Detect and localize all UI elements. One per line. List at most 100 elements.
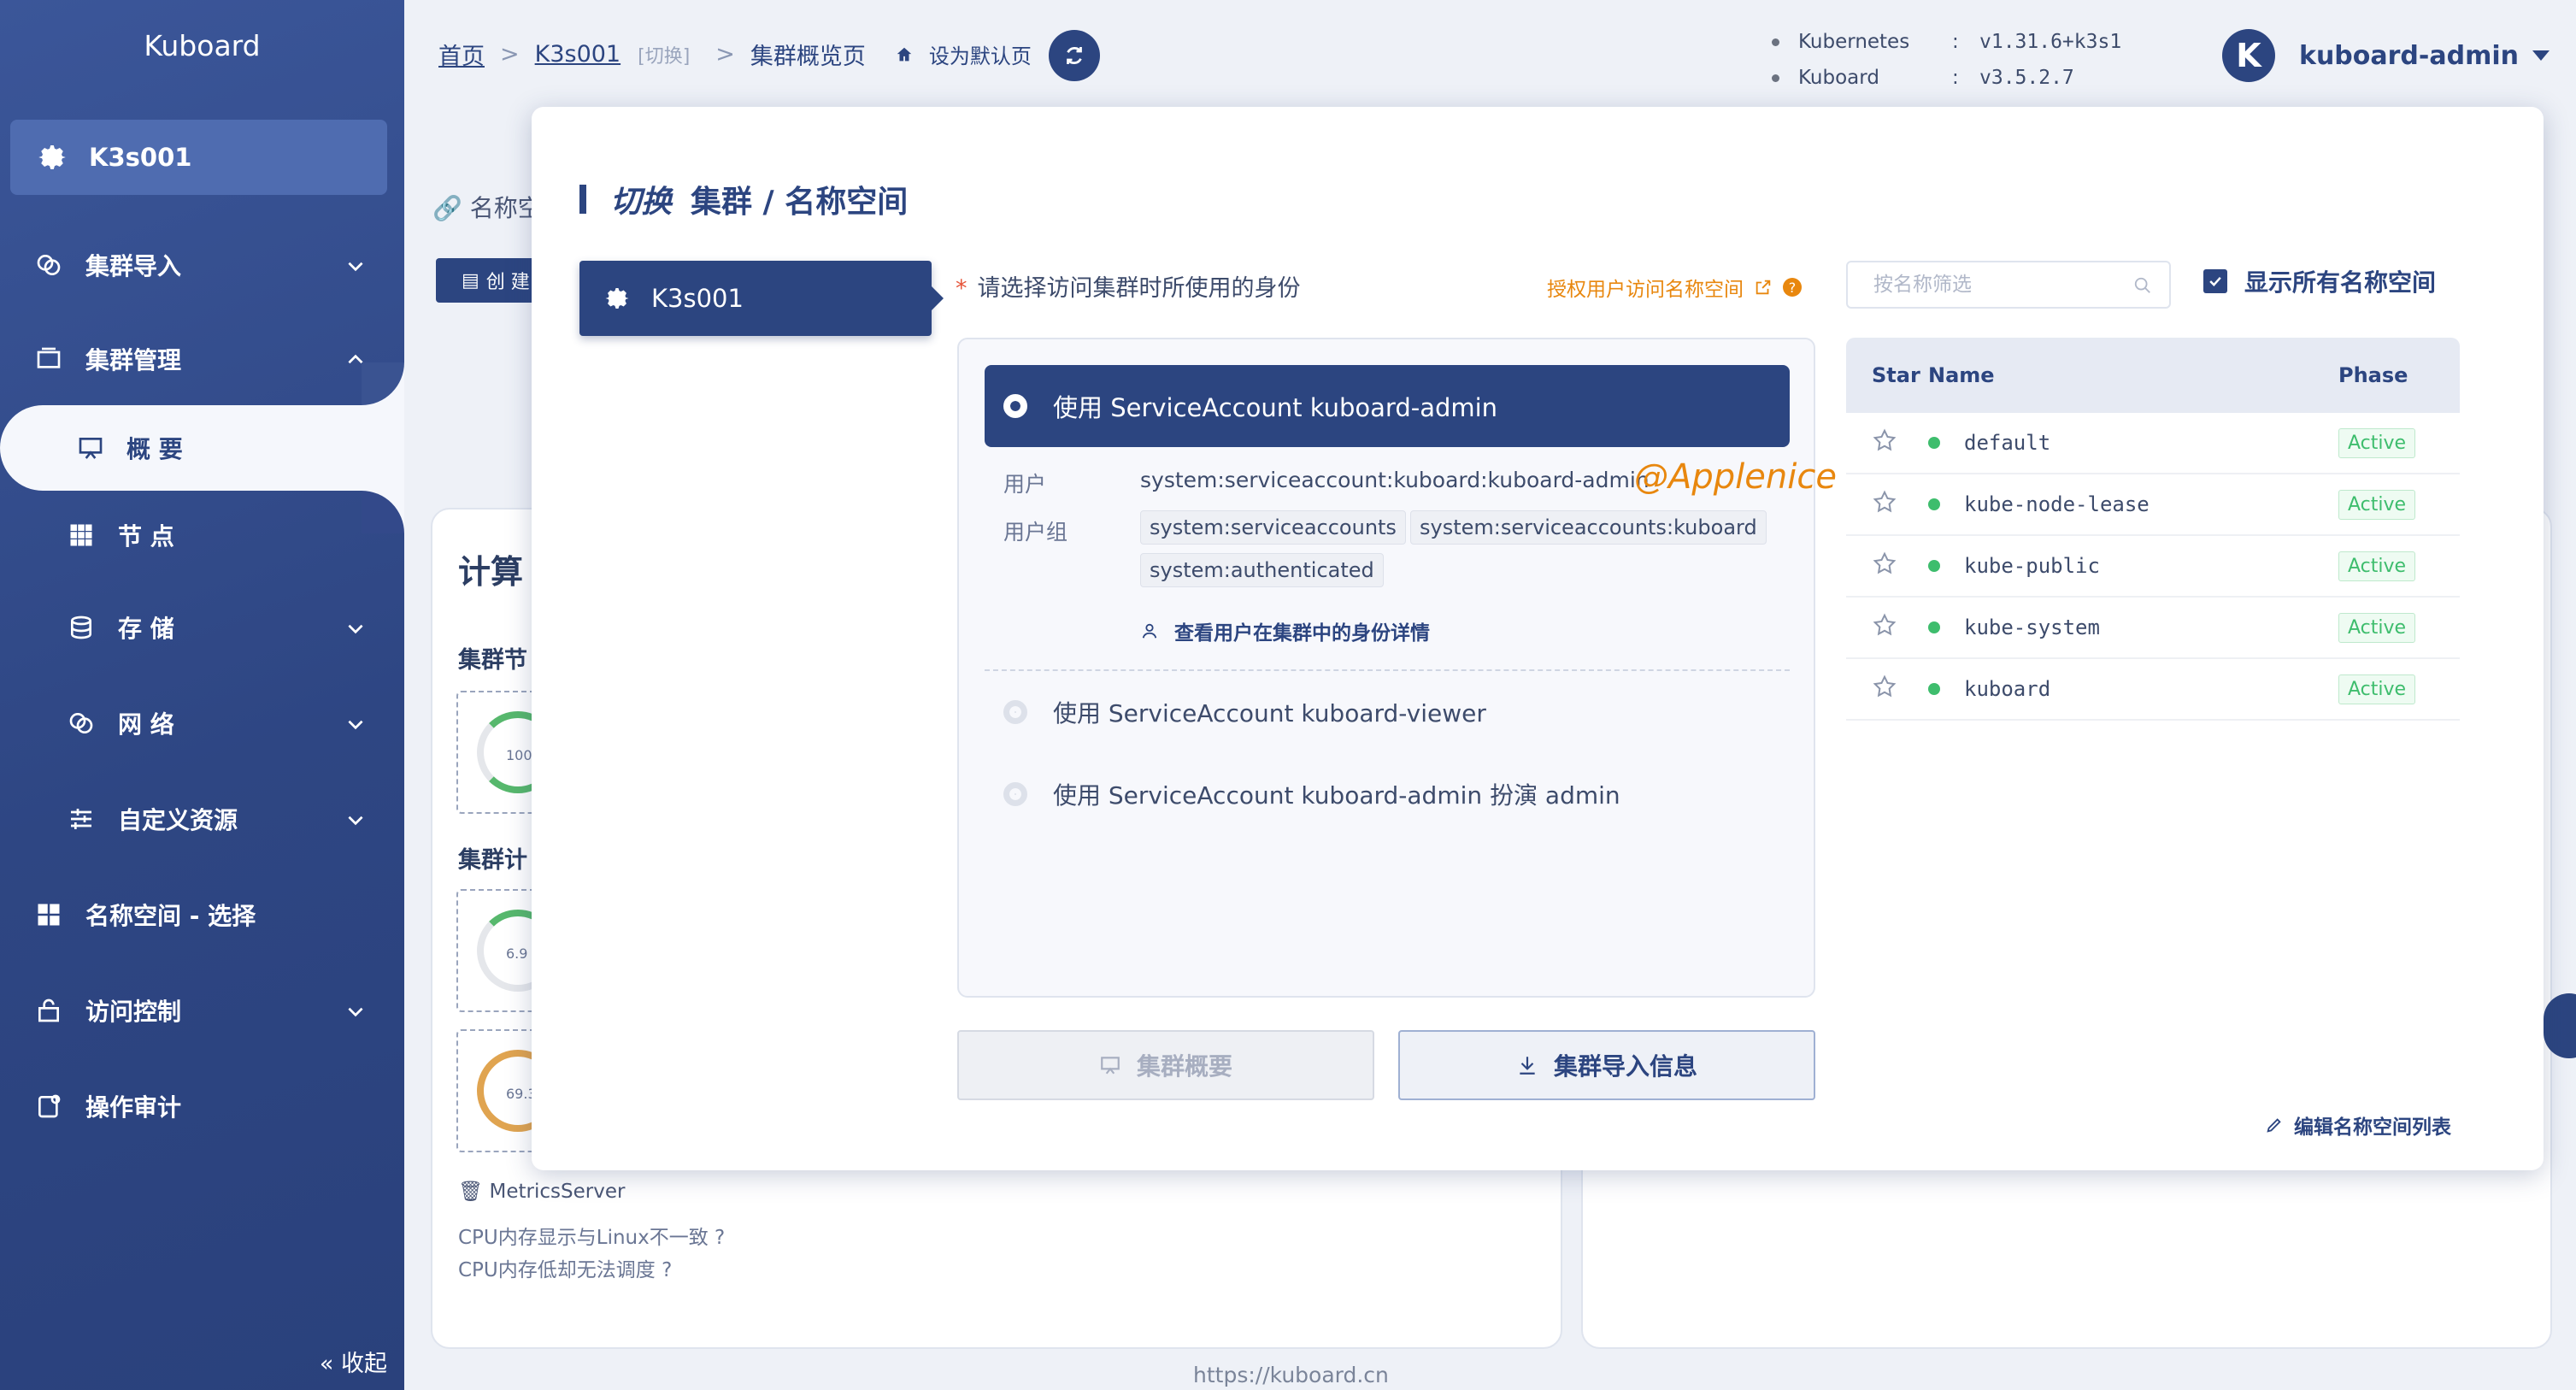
sidebar-item-label: 概 要 (126, 435, 183, 463)
external-link-icon (1756, 280, 1771, 295)
username: kuboard-admin (2299, 40, 2519, 71)
metrics-server-link[interactable]: 🗑 MetricsServer (458, 1180, 625, 1203)
star-icon[interactable] (1846, 674, 1928, 704)
footer-url[interactable]: https://kuboard.cn (1193, 1363, 1389, 1387)
switch-cluster-namespace-dialog: 切换 集群 / 名称空间 K3s001 * 请选择访问集群时所使用的身份 授权用户… (532, 107, 2544, 1170)
note-text: CPU内存显示与Linux不一致 (458, 1227, 709, 1249)
table-row[interactable]: kube-system Active (1846, 598, 2460, 659)
breadcrumb-cluster[interactable]: K3s001 (535, 41, 621, 68)
version-colon: : (1952, 31, 1959, 53)
sidebar-item-custom-resource[interactable]: 自定义资源 (0, 776, 404, 862)
group-tag: system:authenticated (1140, 553, 1384, 587)
sidebar-item-audit[interactable]: 操作审计 (0, 1063, 404, 1149)
show-all-namespaces-checkbox[interactable]: 显示所有名称空间 (2203, 264, 2436, 298)
namespace-name: default (1928, 431, 2338, 455)
namespace-phase: Active (2338, 612, 2460, 643)
star-icon[interactable] (1846, 612, 1928, 643)
topbar: 首页 > K3s001 [切换] > 集群概览页 设为默认页 Kubernete… (404, 0, 2576, 107)
table-row[interactable]: kuboard Active (1846, 659, 2460, 721)
table-row[interactable]: kube-node-lease Active (1846, 474, 2460, 536)
refresh-button[interactable] (1049, 30, 1100, 81)
identity-detail-link[interactable]: 查看用户在集群中的身份详情 (1140, 616, 1430, 645)
sidebar-item-access-control[interactable]: 访问控制 (0, 968, 404, 1053)
status-dot-icon (1928, 683, 1940, 695)
storage-icon (67, 613, 96, 642)
namespace-name-text: kube-node-lease (1964, 492, 2150, 516)
sidebar-cluster-name: K3s001 (89, 143, 192, 172)
column-header-name: Name (1928, 363, 1995, 387)
set-default-link[interactable]: 设为默认页 (895, 39, 1032, 69)
ring-value: 100 (506, 747, 532, 763)
show-all-label: 显示所有名称空间 (2244, 268, 2437, 297)
sidebar-item-label: 节 点 (118, 522, 174, 551)
sidebar-item-namespace[interactable]: 名称空间 - 选择 (0, 872, 404, 957)
breadcrumb-switch[interactable]: [切换] (638, 41, 690, 68)
chat-button[interactable] (2544, 993, 2576, 1058)
checkbox-checked-icon (2203, 269, 2227, 293)
avatar: K (2222, 29, 2275, 82)
bullet-icon (1772, 74, 1779, 82)
sidebar-item-label: 网 络 (118, 710, 174, 739)
status-badge: Active (2338, 489, 2416, 520)
status-dot-icon (1928, 621, 1940, 633)
required-asterisk: * (956, 275, 967, 302)
star-icon[interactable] (1846, 427, 1928, 458)
status-badge: Active (2338, 612, 2416, 643)
namespace-icon (34, 900, 63, 929)
sidebar-item-storage[interactable]: 存 储 (0, 585, 404, 670)
radio-selected-icon (1003, 394, 1027, 418)
sidebar-item-import[interactable]: 集群导入 (0, 222, 404, 308)
status-dot-icon (1928, 437, 1940, 449)
network-icon (67, 709, 96, 738)
user-menu[interactable]: K kuboard-admin (2222, 29, 2550, 82)
identity-option-impersonate[interactable]: 使用 ServiceAccount kuboard-admin 扮演 admin (1003, 777, 1620, 811)
table-row[interactable]: default Active (1846, 413, 2460, 474)
sidebar-item-overview[interactable]: 概 要 (0, 405, 404, 491)
cluster-import-info-button[interactable]: 集群导入信息 (1398, 1030, 1815, 1100)
cpu-note-2[interactable]: CPU内存低却无法调度 ? (458, 1253, 672, 1282)
metrics-label: MetricsServer (489, 1181, 626, 1203)
authorize-namespace-link[interactable]: 授权用户访问名称空间 ? (1547, 273, 1802, 302)
identity-option-admin[interactable]: 使用 ServiceAccount kuboard-admin (985, 365, 1790, 447)
sidebar-cluster-selector[interactable]: K3s001 (10, 120, 387, 195)
table-row[interactable]: kube-public Active (1846, 536, 2460, 598)
sidebar-item-network[interactable]: 网 络 (0, 680, 404, 766)
identity-option-label: 使用 ServiceAccount kuboard-admin 扮演 admin (1053, 781, 1620, 810)
document-icon: ▤ (462, 269, 479, 292)
audit-icon (34, 1092, 63, 1121)
star-icon[interactable] (1846, 489, 1928, 520)
bullet-icon (1772, 38, 1779, 46)
chevron-right-icon: > (715, 41, 735, 68)
chevron-down-icon (348, 816, 363, 826)
sidebar-item-nodes[interactable]: 节 点 (0, 492, 404, 578)
download-icon (1516, 1054, 1538, 1076)
breadcrumb-home[interactable]: 首页 (438, 38, 485, 71)
edit-namespace-list-link[interactable]: 编辑名称空间列表 (2265, 1110, 2451, 1140)
double-chevron-left-icon: « (319, 1351, 341, 1377)
create-button[interactable]: ▤ 创 建 (436, 258, 538, 303)
cluster-card[interactable]: K3s001 (579, 261, 944, 336)
identity-prompt: * 请选择访问集群时所使用的身份 (956, 269, 1301, 303)
namespace-search-input[interactable] (1873, 274, 2121, 296)
sidebar-item-label: 操作审计 (85, 1093, 182, 1122)
namespace-search[interactable] (1846, 261, 2171, 309)
group-tag: system:serviceaccounts:kuboard (1410, 510, 1767, 545)
identity-prompt-text: 请选择访问集群时所使用的身份 (977, 275, 1301, 302)
watermark: @Applenice (1634, 457, 1837, 497)
sidebar-item-cluster-manage[interactable]: 集群管理 (0, 316, 404, 402)
namespace-phase: Active (2338, 551, 2460, 581)
cpu-note-1[interactable]: CPU内存显示与Linux不一致 ? (458, 1221, 725, 1250)
trash-icon: 🗑 (458, 1181, 490, 1203)
star-icon[interactable] (1846, 551, 1928, 581)
help-icon: ? (1783, 278, 1802, 297)
sidebar-item-label: 集群导入 (85, 252, 182, 280)
home-icon (897, 47, 912, 61)
identity-option-viewer[interactable]: 使用 ServiceAccount kuboard-viewer (1003, 695, 1486, 729)
sidebar-item-label: 自定义资源 (118, 806, 238, 834)
nodes-section-label: 集群节 (458, 647, 527, 674)
cluster-overview-button[interactable]: 集群概要 (957, 1030, 1374, 1100)
chevron-down-icon (348, 624, 363, 634)
sidebar-collapse-button[interactable]: « 收起 (320, 1345, 387, 1378)
caret-down-icon (2532, 50, 2550, 61)
version-row: Kubernetes: v1.31.6+k3s1 (1772, 24, 2121, 60)
